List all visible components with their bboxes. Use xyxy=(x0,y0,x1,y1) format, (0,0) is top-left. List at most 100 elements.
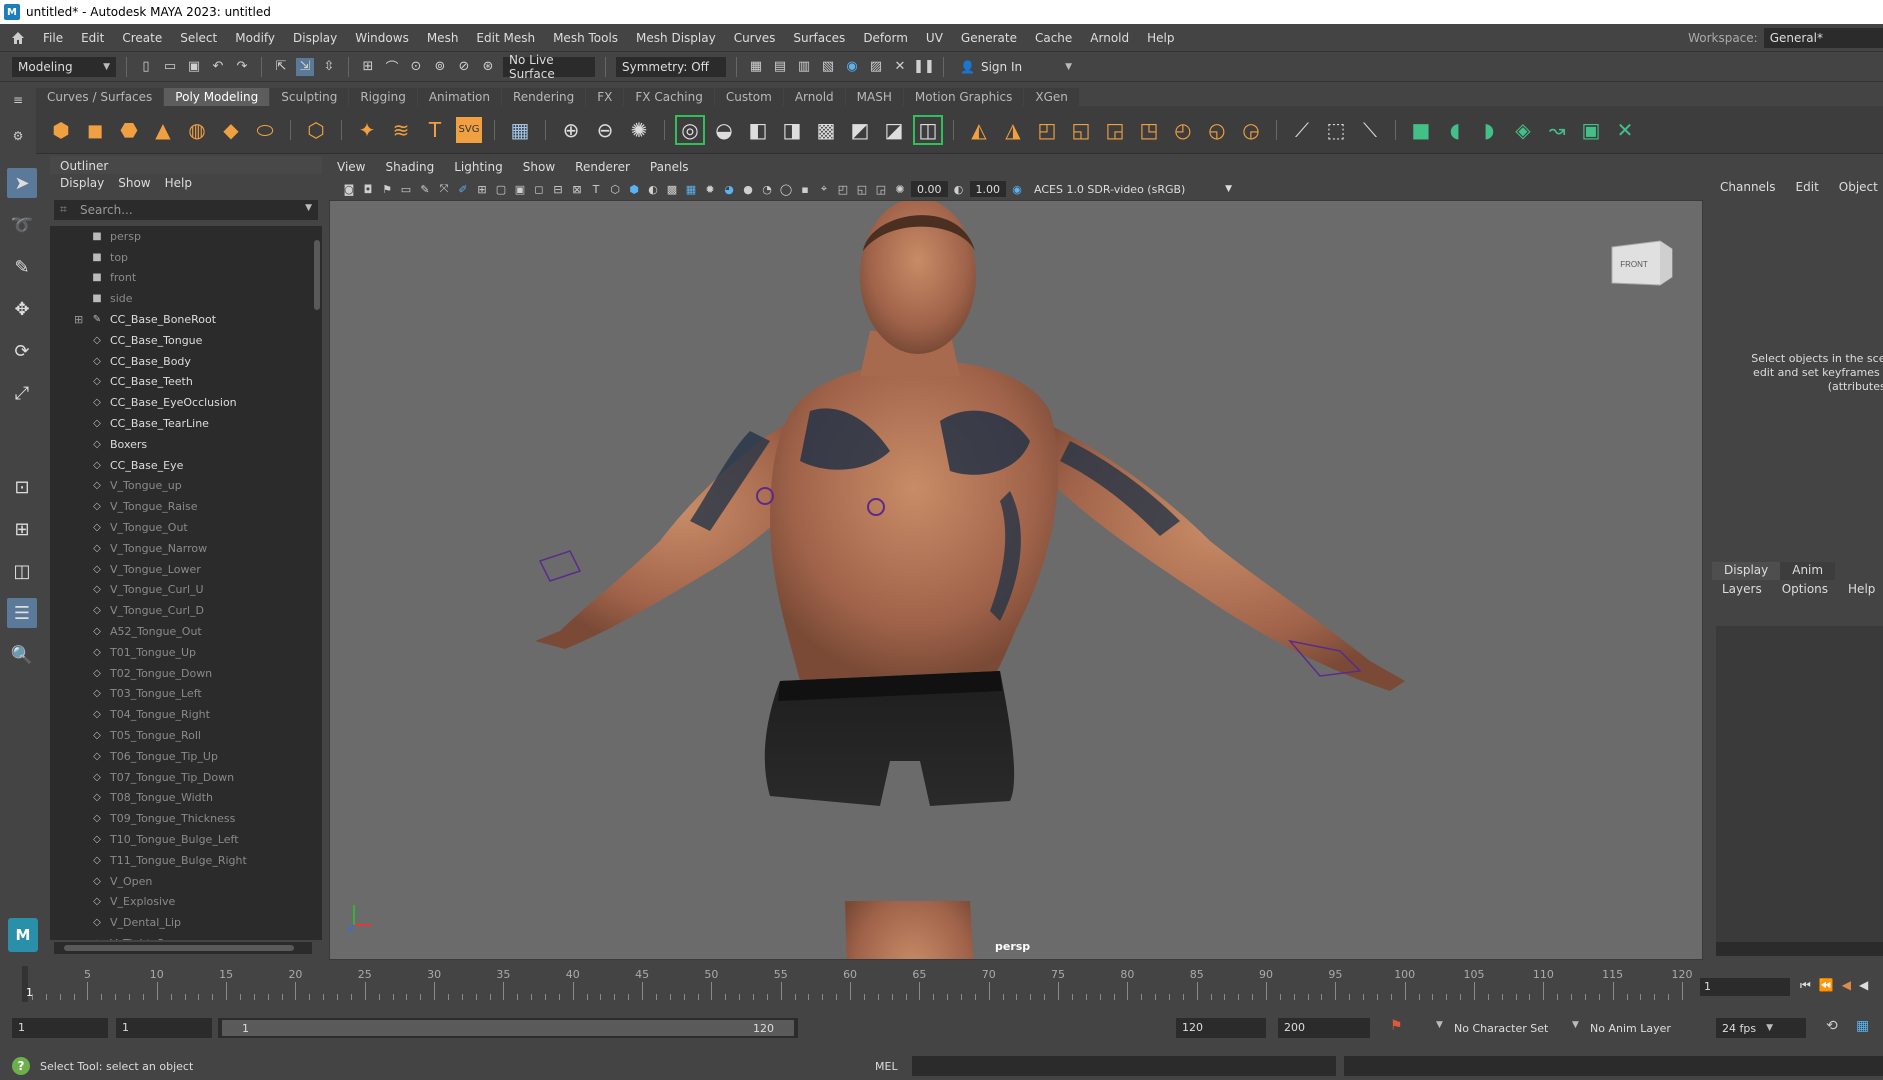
append-polygon-icon[interactable]: ◲ xyxy=(1102,117,1128,143)
menu-deform[interactable]: Deform xyxy=(854,31,917,45)
symmetry-dropdown[interactable]: Symmetry: Off xyxy=(616,56,726,77)
lasso-tool-icon[interactable]: ➰ xyxy=(7,210,37,240)
outliner-item[interactable]: ◇ T06_Tongue_Tip_Up xyxy=(50,746,312,767)
outliner-item[interactable]: ◇ V_Open xyxy=(50,871,312,892)
menu-edit-mesh[interactable]: Edit Mesh xyxy=(467,31,544,45)
extrude-icon[interactable]: ◨ xyxy=(779,117,805,143)
outliner-item[interactable]: ■ persp xyxy=(50,226,312,247)
shelf-tab-arnold[interactable]: Arnold xyxy=(783,88,845,106)
shelf-tab-fx-caching[interactable]: FX Caching xyxy=(624,88,714,106)
outliner-item[interactable]: ◇ A52_Tongue_Out xyxy=(50,621,312,642)
uv-layout-icon[interactable]: ⟍ xyxy=(1357,117,1383,143)
scale-tool-icon[interactable]: ⤢ xyxy=(7,378,37,408)
circularize-icon[interactable]: ◵ xyxy=(1204,117,1230,143)
menu-mesh-display[interactable]: Mesh Display xyxy=(627,31,725,45)
shelf-menu-icon[interactable]: ≡ xyxy=(13,93,23,107)
use-all-lights-icon[interactable]: ✹ xyxy=(702,181,718,197)
undo-icon[interactable]: ↶ xyxy=(209,58,227,76)
snap-curve-icon[interactable]: ⌒ xyxy=(383,58,401,76)
isolate-select-icon[interactable]: ⌖ xyxy=(816,181,832,197)
uv-cut-icon[interactable]: ⟋ xyxy=(1289,117,1315,143)
spherical-map-icon[interactable]: ◗ xyxy=(1476,117,1502,143)
ipr-render-icon[interactable]: ▥ xyxy=(795,58,813,76)
snap-view-plane-icon[interactable]: ⊘ xyxy=(455,58,473,76)
smooth-shade-icon[interactable]: ⬢ xyxy=(626,181,642,197)
mel-command-input[interactable] xyxy=(912,1056,1336,1076)
snap-grid-icon[interactable]: ⊞ xyxy=(359,58,377,76)
outliner-item[interactable]: ◇ T09_Tongue_Thickness xyxy=(50,808,312,829)
outliner-item[interactable]: ◇ CC_Base_EyeOcclusion xyxy=(50,392,312,413)
poly-cylinder-icon[interactable]: ⬣ xyxy=(116,117,142,143)
bookmark-icon[interactable]: ⚑ xyxy=(379,181,395,197)
menu-windows[interactable]: Windows xyxy=(346,31,418,45)
outliner-menu-help[interactable]: Help xyxy=(165,176,192,192)
gate-mask-icon[interactable]: ◻ xyxy=(531,181,547,197)
outliner-item[interactable]: ◇ CC_Base_Body xyxy=(50,351,312,372)
workspace-dropdown[interactable]: General* xyxy=(1763,28,1883,48)
poly-type-icon[interactable]: T xyxy=(422,117,448,143)
outliner-item[interactable]: ◇ T04_Tongue_Right xyxy=(50,704,312,725)
poly-disc-icon[interactable]: ⬭ xyxy=(252,117,278,143)
save-scene-icon[interactable]: ▣ xyxy=(185,58,203,76)
wireframe-on-shaded-icon[interactable]: ▦ xyxy=(683,181,699,197)
svg-icon[interactable]: SVG xyxy=(456,116,482,143)
wedge-icon[interactable]: ◳ xyxy=(1136,117,1162,143)
outliner-item[interactable]: ◇ V_Dental_Lip xyxy=(50,912,312,933)
outliner-item[interactable]: ◇ V_Tongue_Curl_U xyxy=(50,580,312,601)
outliner-item[interactable]: ◇ CC_Base_Tongue xyxy=(50,330,312,351)
menu-mesh[interactable]: Mesh xyxy=(418,31,468,45)
resolution-gate-icon[interactable]: ▣ xyxy=(512,181,528,197)
range-slider-bar[interactable]: 1 120 xyxy=(218,1018,798,1038)
anti-aliasing-icon[interactable]: ◯ xyxy=(778,181,794,197)
camera-select-icon[interactable]: ◙ xyxy=(341,181,357,197)
sign-in-dropdown[interactable]: 👤 Sign In ▼ xyxy=(954,56,1078,77)
outliner-item[interactable]: ⊞ ✎ CC_Base_BoneRoot xyxy=(50,309,312,330)
insert-edge-loop-icon[interactable]: ◰ xyxy=(1034,117,1060,143)
outliner-item[interactable]: ◇ Boxers xyxy=(50,434,312,455)
paint-select-tool-icon[interactable]: ✎ xyxy=(7,252,37,282)
layer-tab-anim[interactable]: Anim xyxy=(1780,562,1836,580)
go-to-start-icon[interactable]: ⏮ xyxy=(1800,978,1811,993)
outliner-item[interactable]: ■ top xyxy=(50,247,312,268)
select-tool-icon[interactable]: ➤ xyxy=(7,168,37,198)
layer-menu-options[interactable]: Options xyxy=(1782,582,1828,600)
perspective-viewport[interactable]: FRONT persp xyxy=(329,200,1703,960)
outliner-item[interactable]: ◇ T11_Tongue_Bulge_Right xyxy=(50,850,312,871)
reduce-icon[interactable]: ◶ xyxy=(1238,117,1264,143)
color-management-icon[interactable]: ◉ xyxy=(1009,181,1025,197)
menu-cache[interactable]: Cache xyxy=(1026,31,1081,45)
chevron-down-icon[interactable]: ▼ xyxy=(1436,1020,1443,1030)
bridge-icon[interactable]: ▩ xyxy=(813,117,839,143)
outliner-item[interactable]: ◇ V_Tongue_up xyxy=(50,476,312,497)
menu-generate[interactable]: Generate xyxy=(952,31,1026,45)
channel-box-menu-object[interactable]: Object xyxy=(1839,180,1878,200)
shelf-tab-rigging[interactable]: Rigging xyxy=(349,88,417,106)
mesh-combine-icon[interactable]: ⊕ xyxy=(558,117,584,143)
scrollbar-thumb[interactable] xyxy=(64,945,294,951)
chevron-down-icon[interactable]: ▼ xyxy=(1572,1020,1579,1030)
xray-icon[interactable]: ◰ xyxy=(835,181,851,197)
menu-help[interactable]: Help xyxy=(1138,31,1183,45)
render-frame-icon[interactable]: ▤ xyxy=(771,58,789,76)
mesh-separate-icon[interactable]: ⊖ xyxy=(592,117,618,143)
outliner-item[interactable]: ◇ V_Tongue_Raise xyxy=(50,496,312,517)
arnold-render-icon[interactable]: ▨ xyxy=(867,58,885,76)
outliner-item[interactable]: ◇ CC_Base_Eye xyxy=(50,455,312,476)
2d-pan-zoom-icon[interactable]: ⤧ xyxy=(436,181,452,197)
render-view-icon[interactable]: ▦ xyxy=(747,58,765,76)
viewport-menu-shading[interactable]: Shading xyxy=(385,160,434,178)
shelf-tab-motion-graphics[interactable]: Motion Graphics xyxy=(903,88,1024,106)
depth-of-field-icon[interactable]: ▪ xyxy=(797,181,813,197)
shelf-tab-mash[interactable]: MASH xyxy=(845,88,903,106)
snap-live-icon[interactable]: ⊛ xyxy=(479,58,497,76)
outliner-item[interactable]: ■ side xyxy=(50,288,312,309)
scene-start-field[interactable]: 1 xyxy=(12,1018,108,1038)
offset-edge-loop-icon[interactable]: ◱ xyxy=(1068,117,1094,143)
scrollbar-thumb[interactable] xyxy=(314,240,320,310)
outliner-menu-show[interactable]: Show xyxy=(118,176,150,192)
outliner-item[interactable]: ◇ V_Tight_O xyxy=(50,933,312,940)
layer-tab-display[interactable]: Display xyxy=(1712,562,1781,580)
unfold-uv-icon[interactable]: ↝ xyxy=(1544,117,1570,143)
menuset-dropdown[interactable]: Modeling ▼ xyxy=(12,56,116,77)
new-scene-icon[interactable]: ▯ xyxy=(137,58,155,76)
